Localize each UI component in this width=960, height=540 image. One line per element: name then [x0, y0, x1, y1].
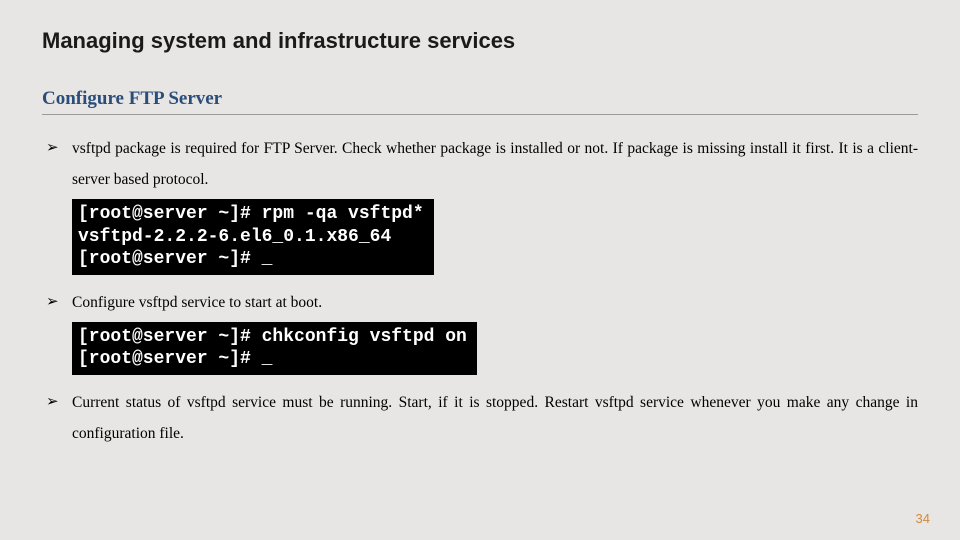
bullet-text: vsftpd package is required for FTP Serve…: [72, 140, 918, 188]
terminal-block: [root@server ~]# chkconfig vsftpd on [ro…: [72, 322, 477, 375]
page-number: 34: [916, 511, 930, 526]
page-title: Managing system and infrastructure servi…: [42, 28, 918, 54]
bullet-text: Configure vsftpd service to start at boo…: [72, 294, 322, 311]
bullet-text: Current status of vsftpd service must be…: [72, 394, 918, 442]
terminal-line: [root@server ~]# _: [78, 349, 272, 369]
list-item: Current status of vsftpd service must be…: [72, 387, 918, 449]
terminal-block: [root@server ~]# rpm -qa vsftpd* vsftpd-…: [72, 199, 434, 275]
terminal-line: vsftpd-2.2.2-6.el6_0.1.x86_64: [78, 227, 391, 247]
bullet-list: vsftpd package is required for FTP Serve…: [42, 133, 918, 449]
terminal-line: [root@server ~]# rpm -qa vsftpd*: [78, 204, 424, 224]
section-heading: Configure FTP Server: [42, 88, 918, 115]
list-item: Configure vsftpd service to start at boo…: [72, 287, 918, 381]
terminal-line: [root@server ~]# _: [78, 249, 272, 269]
terminal-line: [root@server ~]# chkconfig vsftpd on: [78, 327, 467, 347]
list-item: vsftpd package is required for FTP Serve…: [72, 133, 918, 281]
